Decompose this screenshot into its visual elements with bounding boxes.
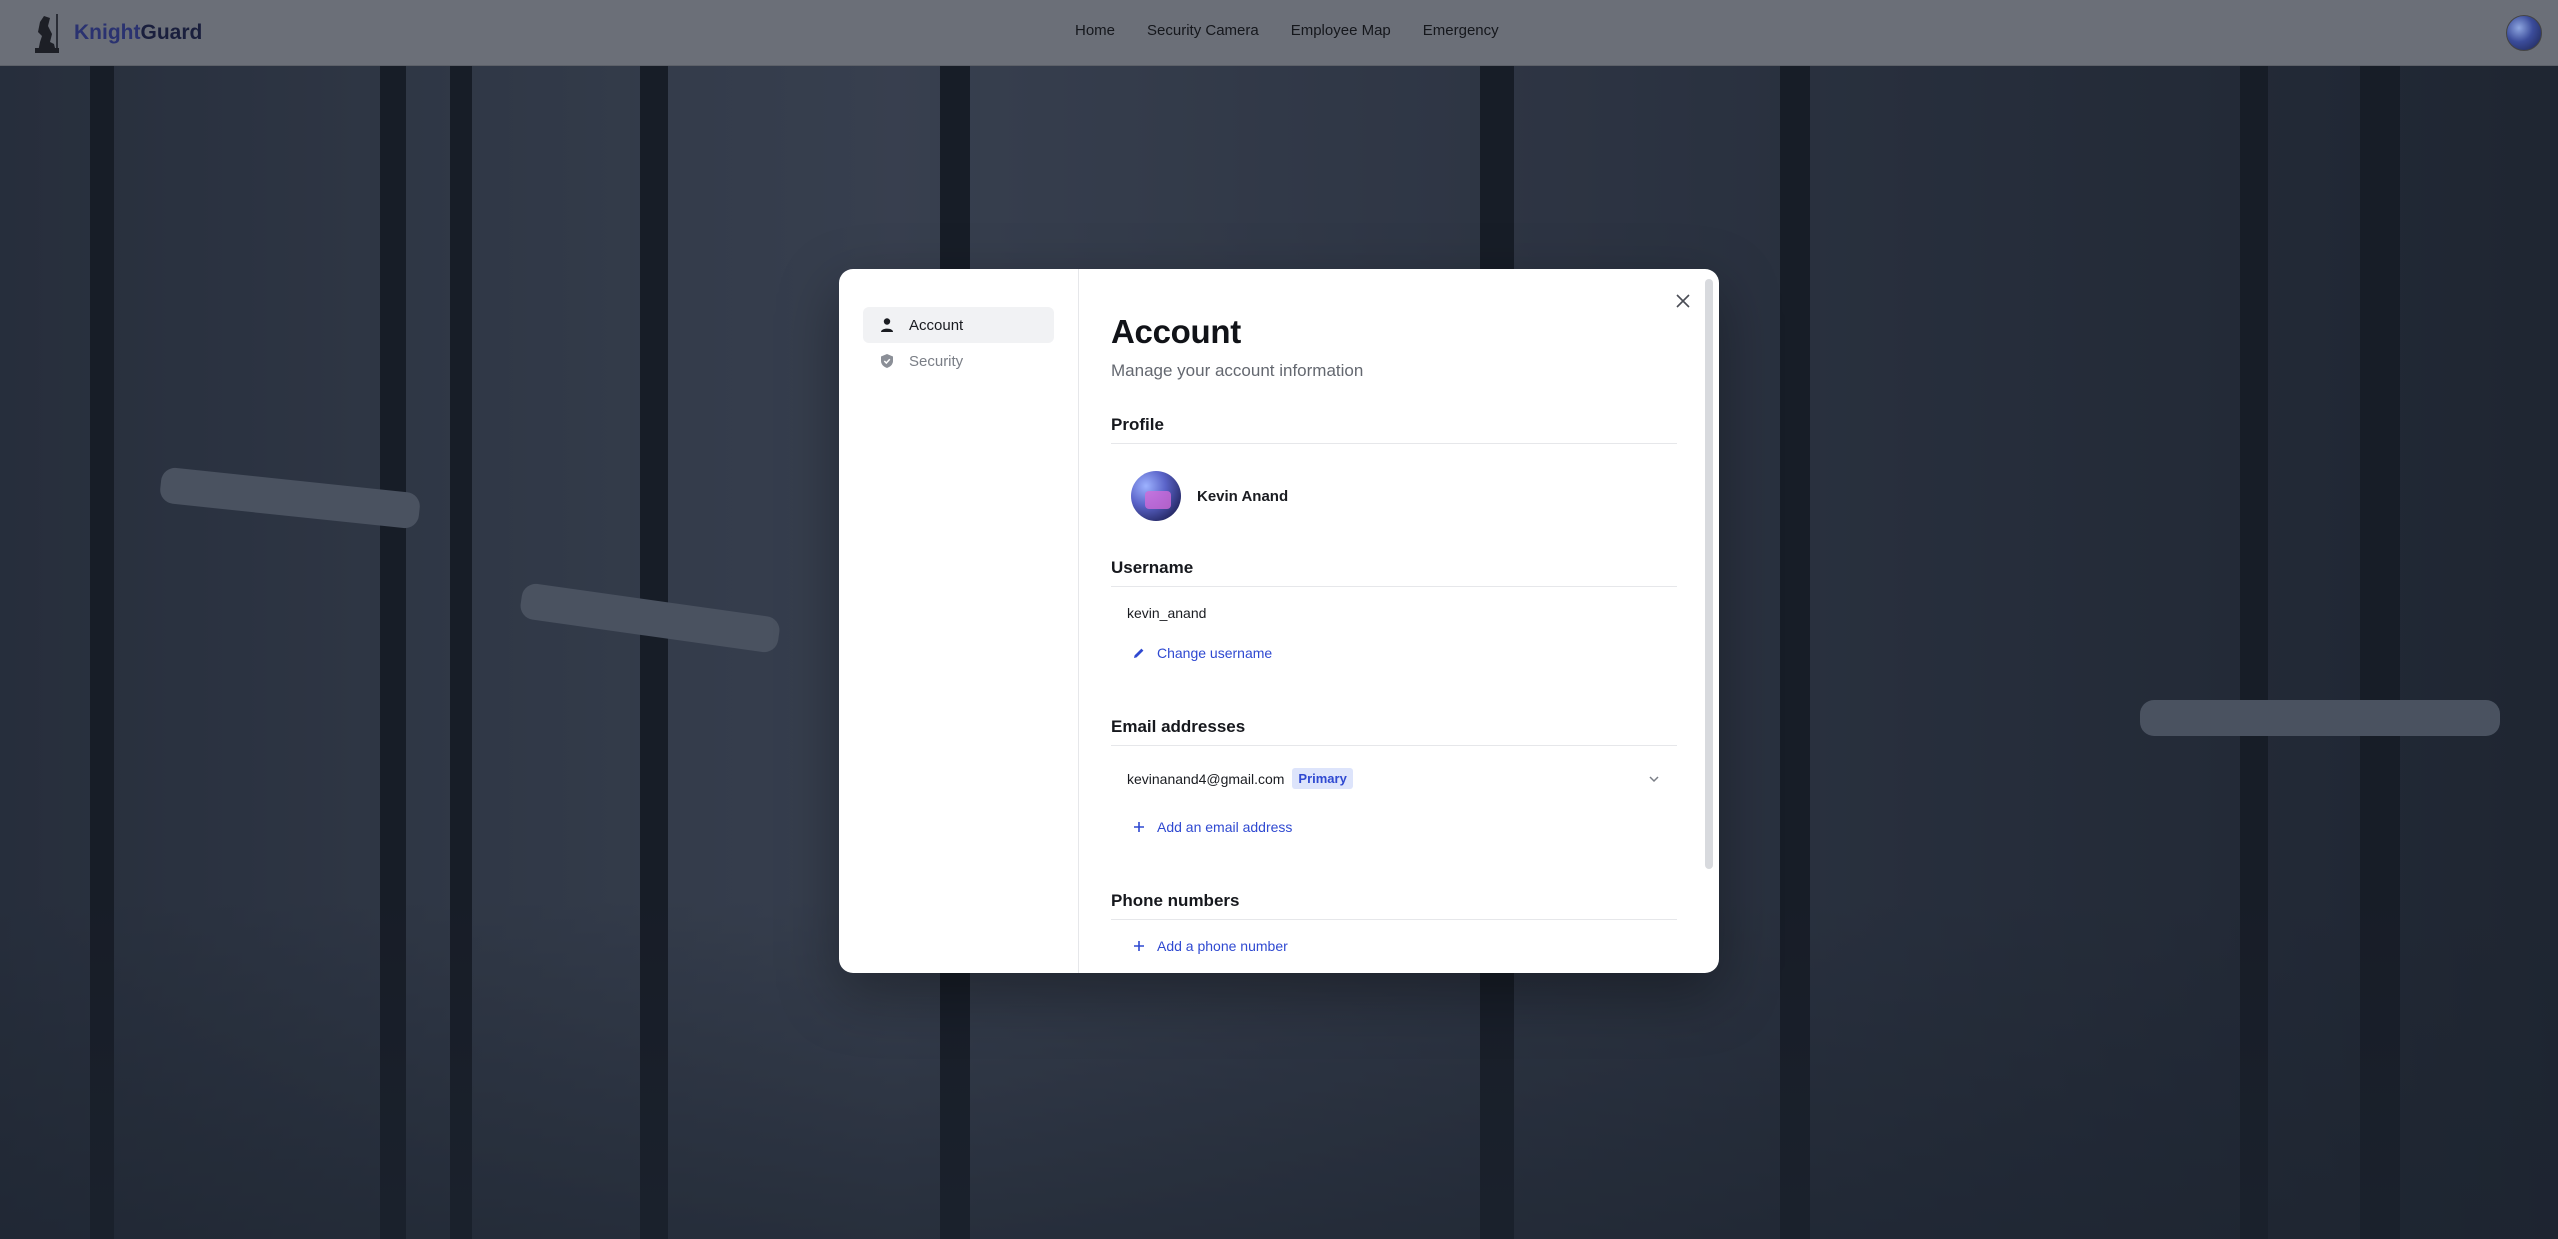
page-title: Account xyxy=(1111,313,1241,350)
user-avatar-button[interactable] xyxy=(2506,15,2542,51)
section-title: Phone numbers xyxy=(1111,891,1677,920)
top-navbar: KnightGuard Home Security Camera Employe… xyxy=(0,0,2558,66)
close-button[interactable] xyxy=(1671,289,1695,313)
username-value: kevin_anand xyxy=(1127,605,1207,621)
profile-row[interactable]: Kevin Anand xyxy=(1111,444,1677,530)
modal-sidebar: Account Security xyxy=(839,269,1079,973)
email-item[interactable]: kevinanand4@gmail.com Primary xyxy=(1111,746,1677,789)
avatar[interactable] xyxy=(1131,471,1181,521)
profile-name: Kevin Anand xyxy=(1197,487,1289,505)
section-title: Username xyxy=(1111,558,1677,587)
nav-employee-map[interactable]: Employee Map xyxy=(1291,22,1391,39)
sidebar-item-account[interactable]: Account xyxy=(863,307,1054,343)
close-icon xyxy=(1676,294,1690,308)
brand-name: KnightGuard xyxy=(74,21,203,44)
brand-logo[interactable]: KnightGuard xyxy=(30,12,202,54)
sidebar-item-security[interactable]: Security xyxy=(863,343,1054,379)
modal-content: Account Manage your account information … xyxy=(1079,269,1719,973)
add-email-button[interactable]: Add an email address xyxy=(1111,789,1677,835)
email-section: Email addresses kevinanand4@gmail.com Pr… xyxy=(1111,717,1677,835)
profile-section: Profile Kevin Anand xyxy=(1111,415,1677,530)
shield-icon xyxy=(881,354,893,368)
username-section: Username kevin_anand Change username xyxy=(1111,558,1677,661)
nav-emergency[interactable]: Emergency xyxy=(1423,22,1499,39)
chevron-down-icon[interactable] xyxy=(1647,772,1661,786)
page-subtitle: Manage your account information xyxy=(1111,361,1364,380)
sidebar-item-label: Account xyxy=(909,316,964,334)
email-address: kevinanand4@gmail.com xyxy=(1127,770,1285,787)
phone-section: Phone numbers Add a phone number xyxy=(1111,891,1677,954)
knight-logo-icon xyxy=(35,14,59,53)
primary-badge: Primary xyxy=(1292,768,1353,789)
section-title: Profile xyxy=(1111,415,1677,444)
section-title: Email addresses xyxy=(1111,717,1677,746)
nav-home[interactable]: Home xyxy=(1075,22,1115,39)
sidebar-item-label: Security xyxy=(909,352,964,370)
add-phone-button[interactable]: Add a phone number xyxy=(1111,920,1677,954)
modal-scrollbar[interactable] xyxy=(1705,279,1713,869)
account-modal: Account Security Account Manage your acc… xyxy=(839,269,1719,973)
main-nav: Home Security Camera Employee Map Emerge… xyxy=(1075,22,1499,39)
plus-icon xyxy=(1134,822,1144,832)
change-username-button[interactable]: Change username xyxy=(1111,621,1677,661)
person-icon xyxy=(881,318,893,332)
pencil-icon xyxy=(1134,648,1144,658)
plus-icon xyxy=(1134,941,1144,951)
nav-security-camera[interactable]: Security Camera xyxy=(1147,22,1259,39)
